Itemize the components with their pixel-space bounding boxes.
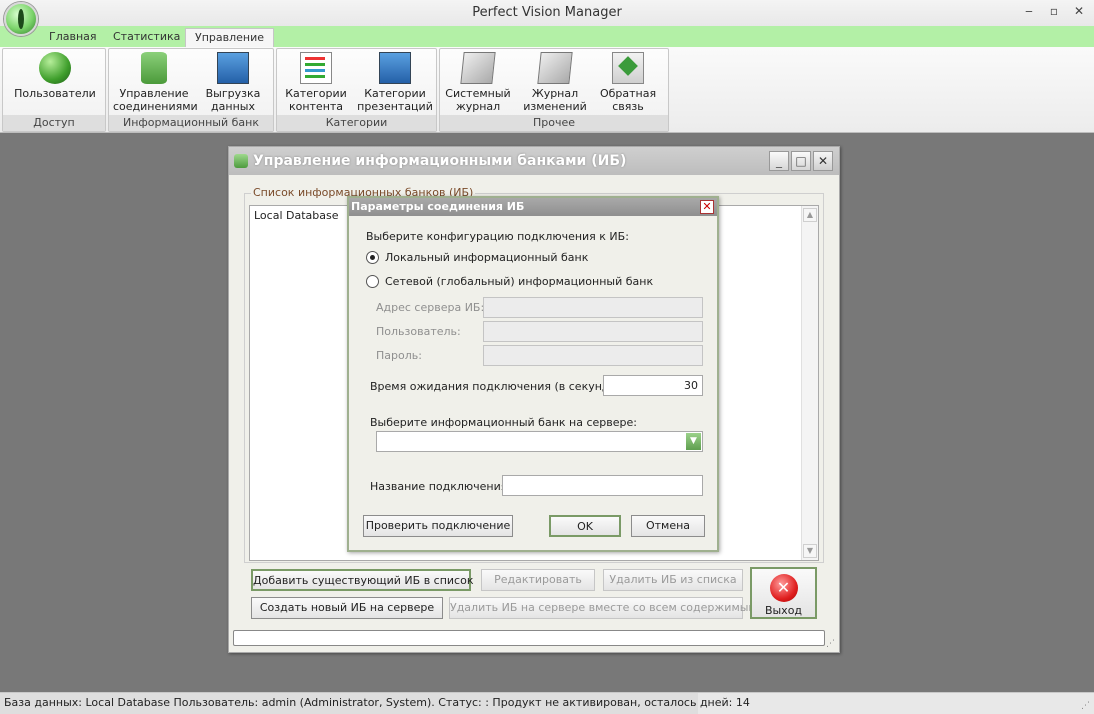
changes-log-button[interactable]: Журнал изменений — [518, 52, 592, 113]
connection-name-input[interactable] — [502, 475, 703, 496]
exit-button-label: Выход — [764, 604, 803, 617]
dialog-minimize-button[interactable]: _ — [769, 151, 789, 171]
select-bank-dropdown[interactable]: ▼ — [376, 431, 703, 452]
users-icon — [39, 52, 71, 84]
edit-ib-button[interactable]: Редактировать — [481, 569, 595, 591]
ribbon: Пользователи Доступ Управление соединени… — [0, 47, 1094, 133]
config-prompt: Выберите конфигурацию подключения к ИБ: — [366, 230, 629, 243]
user-label: Пользователь: — [376, 325, 461, 338]
minimize-button[interactable]: ‒ — [1018, 2, 1040, 20]
user-input[interactable] — [483, 321, 703, 342]
database-export-icon — [217, 52, 249, 84]
server-address-input[interactable] — [483, 297, 703, 318]
app-title: Perfect Vision Manager — [472, 5, 622, 20]
delete-ib-on-server-button[interactable]: Удалить ИБ на сервере вместе со всем сод… — [449, 597, 757, 619]
password-input[interactable] — [483, 345, 703, 366]
ribbon-group-caption: Доступ — [3, 115, 105, 131]
manage-connections-label: Управление соединениями — [113, 87, 198, 113]
status-bar: База данных: Local Database Пользователь… — [0, 692, 1094, 714]
chevron-down-icon[interactable]: ▼ — [686, 433, 701, 450]
dialog-title-bar: Управление информационными банками (ИБ) — [229, 147, 839, 175]
ribbon-group-other: Системный журнал Журнал изменений Обратн… — [439, 48, 669, 132]
radio-local-bank[interactable] — [366, 251, 379, 264]
radio-network-label[interactable]: Сетевой (глобальный) информационный банк — [385, 275, 653, 288]
content-categories-label: Категории контента — [285, 87, 347, 113]
ribbon-tab-strip: Главная Статистика Управление — [0, 26, 1094, 48]
feedback-label: Обратная связь — [599, 87, 657, 113]
database-gear-icon — [141, 52, 167, 84]
scroll-up-icon[interactable]: ▲ — [803, 208, 817, 222]
system-log-icon — [460, 52, 496, 84]
dialog-title: Управление информационными банками (ИБ) — [253, 153, 627, 169]
ribbon-group-caption: Информационный банк — [109, 115, 273, 131]
system-log-button[interactable]: Системный журнал — [444, 52, 512, 113]
maximize-button[interactable]: ▫ — [1043, 2, 1065, 20]
presentation-categories-label: Категории презентаций — [357, 87, 433, 113]
data-export-button[interactable]: Выгрузка данных — [201, 52, 265, 113]
connection-params-dialog: Параметры соединения ИБ ✕ Выберите конфи… — [347, 196, 719, 552]
radio-local-label[interactable]: Локальный информационный банк — [385, 251, 588, 264]
app-logo-icon[interactable] — [4, 2, 38, 36]
tab-management[interactable]: Управление — [185, 28, 275, 48]
changes-log-icon — [537, 52, 573, 84]
add-existing-ib-button[interactable]: Добавить существующий ИБ в список — [251, 569, 473, 591]
presentation-list-icon — [379, 52, 411, 84]
connection-dialog-title: Параметры соединения ИБ — [349, 198, 717, 216]
connection-name-label: Название подключения: — [370, 480, 512, 493]
server-address-label: Адрес сервера ИБ: — [376, 301, 485, 314]
resize-grip-icon[interactable]: ⋰ — [826, 639, 835, 649]
password-label: Пароль: — [376, 349, 422, 362]
ribbon-group-access: Пользователи Доступ — [2, 48, 106, 132]
timeout-label: Время ожидания подключения (в секундах): — [370, 380, 631, 393]
list-item[interactable]: Local Database — [254, 209, 339, 222]
tab-home[interactable]: Главная — [40, 28, 106, 48]
title-bar: Perfect Vision Manager ‒ ▫ ✕ — [0, 0, 1094, 26]
ribbon-group-infobank: Управление соединениями Выгрузка данных … — [108, 48, 274, 132]
ribbon-group-caption: Категории — [277, 115, 436, 131]
changes-log-label: Журнал изменений — [523, 87, 587, 113]
remove-ib-from-list-button[interactable]: Удалить ИБ из списка — [603, 569, 743, 591]
create-new-ib-button[interactable]: Создать новый ИБ на сервере — [251, 597, 443, 619]
close-button[interactable]: ✕ — [1068, 2, 1090, 20]
users-button-label: Пользователи — [14, 87, 96, 100]
dialog-close-button[interactable]: ✕ — [813, 151, 833, 171]
ribbon-group-caption: Прочее — [440, 115, 668, 131]
dialog-maximize-button[interactable]: □ — [791, 151, 811, 171]
test-connection-button[interactable]: Проверить подключение — [363, 515, 513, 537]
content-list-icon — [300, 52, 332, 84]
exit-button[interactable]: ✕ Выход — [750, 567, 817, 619]
timeout-input[interactable]: 30 — [603, 375, 703, 396]
data-export-label: Выгрузка данных — [205, 87, 261, 113]
database-icon — [234, 154, 248, 168]
presentation-categories-button[interactable]: Категории презентаций — [355, 52, 435, 113]
feedback-button[interactable]: Обратная связь — [596, 52, 660, 113]
connection-dialog-close-button[interactable]: ✕ — [700, 200, 714, 214]
radio-network-bank[interactable] — [366, 275, 379, 288]
ok-button[interactable]: OK — [549, 515, 621, 537]
ribbon-group-categories: Категории контента Категории презентаций… — [276, 48, 437, 132]
progress-bar — [233, 630, 825, 646]
content-categories-button[interactable]: Категории контента — [281, 52, 351, 113]
users-button[interactable]: Пользователи — [9, 52, 101, 100]
status-text: База данных: Local Database Пользователь… — [0, 693, 750, 714]
feedback-mail-icon — [612, 52, 644, 84]
vertical-scrollbar[interactable]: ▲ ▼ — [801, 206, 818, 560]
system-log-label: Системный журнал — [445, 87, 511, 113]
tab-statistics[interactable]: Статистика — [104, 28, 189, 48]
manage-connections-button[interactable]: Управление соединениями — [113, 52, 198, 113]
exit-icon: ✕ — [769, 574, 798, 602]
select-bank-label: Выберите информационный банк на сервере: — [370, 416, 637, 429]
scroll-down-icon[interactable]: ▼ — [803, 544, 817, 558]
resize-grip-icon[interactable]: ⋰ — [1081, 701, 1090, 711]
cancel-button[interactable]: Отмена — [631, 515, 705, 537]
